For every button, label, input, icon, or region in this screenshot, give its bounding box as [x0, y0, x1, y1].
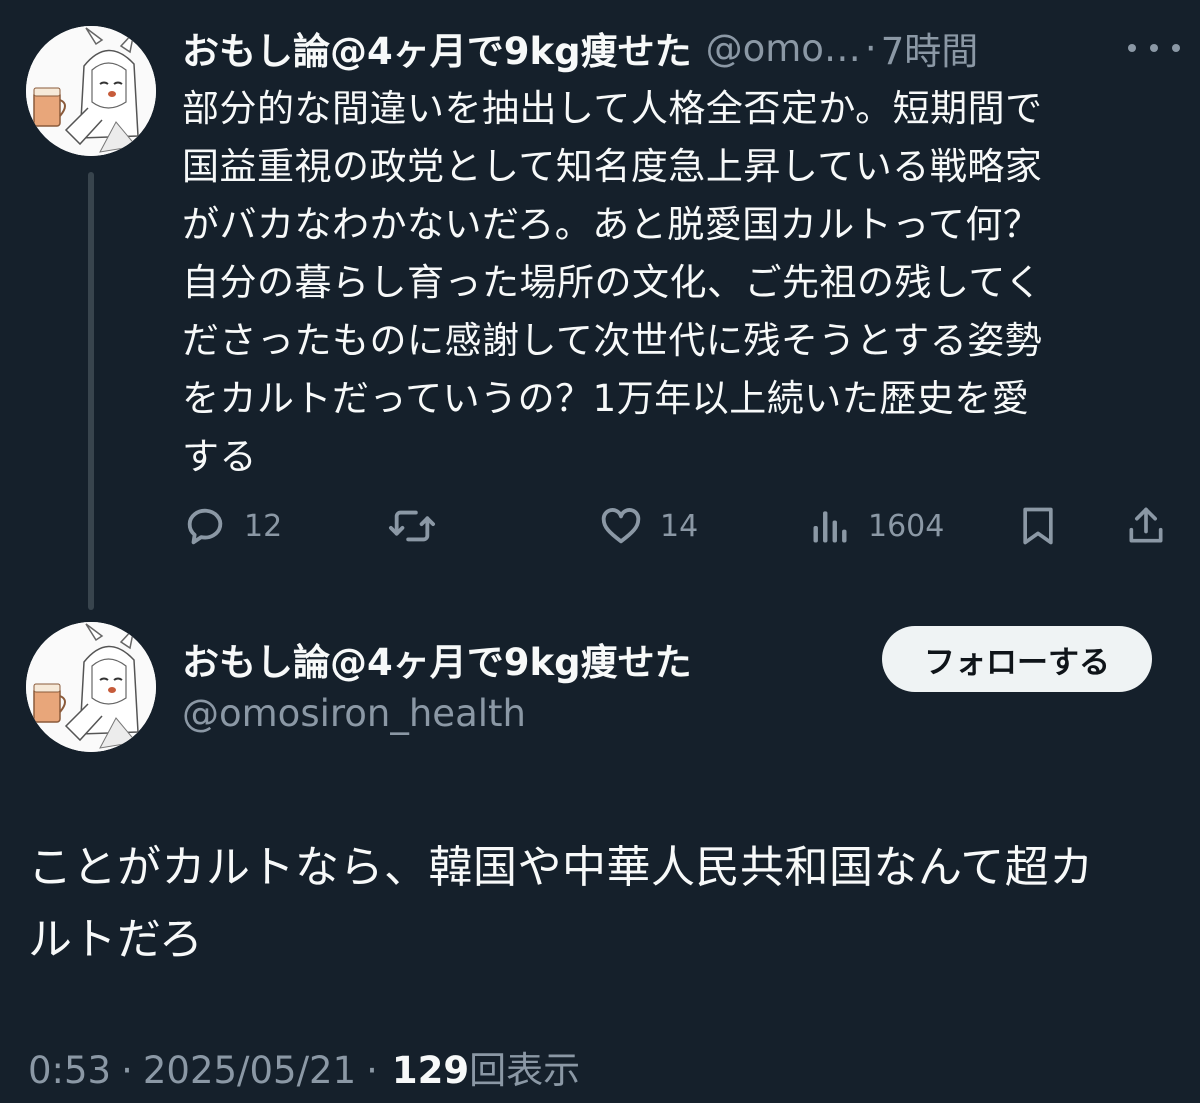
- bookmark-icon: [1023, 507, 1053, 545]
- retweet-icon: [388, 510, 435, 542]
- tweet-text-line: ルトだろ: [28, 914, 204, 965]
- tweet-date[interactable]: 2025/05/21: [143, 1049, 356, 1092]
- reply-icon: [187, 508, 223, 545]
- tweet-text: ことがカルトなら、韓国や中華人民共和国なんて超カ ルトだろ: [28, 832, 1178, 976]
- handle[interactable]: @omo…: [706, 27, 861, 70]
- handle[interactable]: @omosiron_health: [182, 692, 526, 735]
- tweet-meta: 0:53 · 2025/05/21 · 129 回表示: [28, 1040, 580, 1094]
- views-button[interactable]: 1604: [808, 500, 944, 552]
- views-count: 129: [391, 1049, 470, 1092]
- separator-dot: ·: [121, 1049, 133, 1092]
- avatar[interactable]: [26, 26, 156, 156]
- tweet-text: 部分的な間違いを抽出して人格全否定か。短期間で 国益重視の政党として知名度急上昇…: [182, 80, 1182, 486]
- analytics-icon: [813, 511, 847, 543]
- tweet-text-line: 自分の暮らし育った場所の文化、ご先祖の残してく: [182, 261, 1043, 304]
- tweet-time[interactable]: 0:53: [28, 1049, 111, 1092]
- reply-count: 12: [244, 508, 283, 544]
- share-icon: [1129, 507, 1163, 543]
- tweet-text-line: がバカなわかないだろ。あと脱愛国カルトって何？: [182, 203, 1041, 246]
- thread-line: [88, 172, 94, 610]
- reply-button[interactable]: 12: [182, 500, 282, 552]
- tweet-text-line: 部分的な間違いを抽出して人格全否定か。短期間で: [182, 87, 1043, 130]
- retweet-button[interactable]: [386, 500, 454, 552]
- avatar[interactable]: [26, 622, 156, 752]
- separator-dot: ·: [366, 1049, 378, 1092]
- like-button[interactable]: 14: [598, 500, 698, 552]
- tweet-text-line: ことがカルトなら、韓国や中華人民共和国なんて超カ: [28, 842, 1094, 893]
- tweet-text-line: する: [182, 435, 257, 478]
- tweet-text-line: 国益重視の政党として知名度急上昇している戦略家: [182, 145, 1043, 188]
- views-label: 回表示: [469, 1049, 581, 1092]
- bookmark-button[interactable]: [1016, 500, 1060, 552]
- follow-button[interactable]: フォローする: [882, 626, 1152, 692]
- like-count: 14: [660, 508, 699, 544]
- tweet-header: おもし論@4ヶ月で9kg痩せた @omo… · 7時間: [182, 20, 978, 76]
- display-name[interactable]: おもし論@4ヶ月で9kg痩せた: [182, 21, 692, 75]
- share-button[interactable]: [1124, 500, 1168, 552]
- tweet-text-line: をカルトだっていうの？1万年以上続いた歴史を愛: [182, 377, 1030, 420]
- views-count: 1604: [868, 508, 945, 544]
- heart-icon: [601, 508, 641, 544]
- more-dots-icon[interactable]: [1128, 36, 1180, 60]
- display-name[interactable]: おもし論@4ヶ月で9kg痩せた: [182, 632, 692, 686]
- tweet-text-line: ださったものに感謝して次世代に残そうとする姿勢: [182, 319, 1043, 362]
- separator-dot: ·: [864, 26, 877, 70]
- timestamp[interactable]: 7時間: [881, 21, 979, 75]
